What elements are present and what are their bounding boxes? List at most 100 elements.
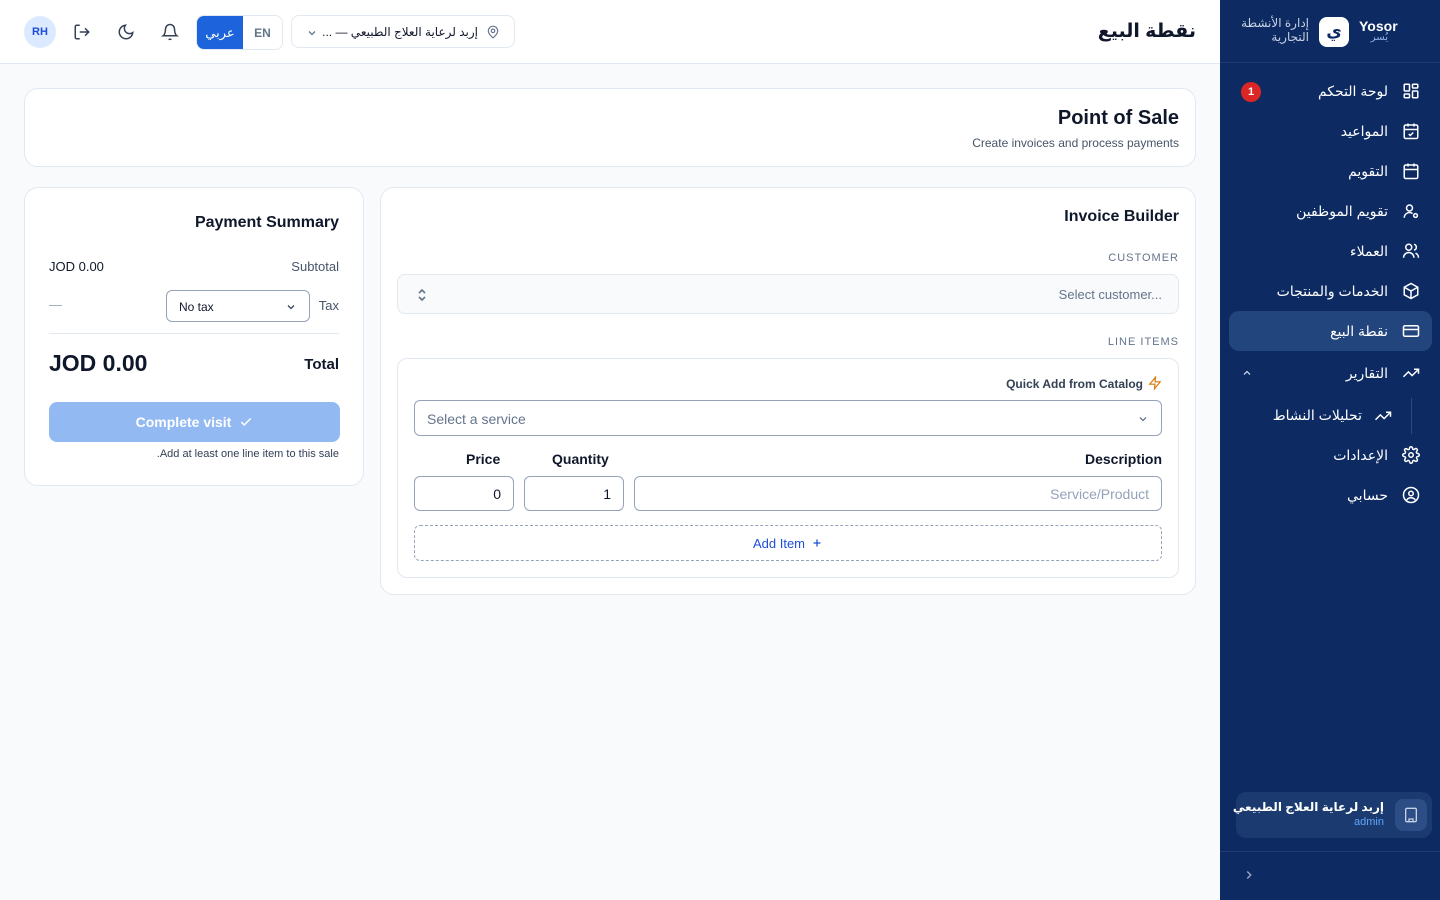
quantity-column-label: Quantity xyxy=(552,451,609,467)
brand-header: إدارة الأنشطة التجارية ي Yosor يُسر xyxy=(1220,0,1440,63)
sidebar-item-label: لوحة التحكم xyxy=(1317,83,1388,99)
calendar-icon xyxy=(1402,162,1420,180)
brand-subtitle: يُسر xyxy=(1370,32,1388,43)
sidebar-item-reports[interactable]: التقارير xyxy=(1229,353,1432,393)
calendar-check-icon xyxy=(1402,122,1420,140)
helper-text: Add at least one line item to this sale. xyxy=(156,448,339,460)
price-input[interactable]: 0 xyxy=(414,476,514,511)
quantity-input[interactable]: 1 xyxy=(524,476,624,511)
total-label: Total xyxy=(304,356,339,373)
package-icon xyxy=(1402,282,1420,300)
sidebar-item-label: الخدمات والمنتجات xyxy=(1276,283,1388,299)
sidebar: إدارة الأنشطة التجارية ي Yosor يُسر لوحة… xyxy=(1220,0,1440,900)
tax-value: — xyxy=(49,297,62,312)
collapse-sidebar-button[interactable] xyxy=(1242,868,1256,882)
lang-arabic-button[interactable]: عربي xyxy=(197,16,243,49)
service-select[interactable]: Select a service xyxy=(414,400,1162,436)
complete-visit-button[interactable]: Complete visit xyxy=(49,402,340,442)
gear-icon xyxy=(1402,446,1420,464)
tax-select-value: No tax xyxy=(179,300,214,314)
tax-label: Tax xyxy=(318,298,339,313)
sidebar-item-label: المواعيد xyxy=(1340,123,1388,139)
sidebar-item-staff-calendar[interactable]: تقويم الموظفين xyxy=(1229,191,1432,231)
add-item-button[interactable]: Add Item xyxy=(414,525,1162,561)
price-column-label: Price xyxy=(466,451,501,467)
page-title: نقطة البيع xyxy=(1097,21,1196,42)
chevron-down-icon xyxy=(306,27,318,39)
trending-up-icon xyxy=(1374,407,1392,425)
sidebar-item-services-products[interactable]: الخدمات والمنتجات xyxy=(1229,271,1432,311)
location-select[interactable]: إربد لرعاية العلاج الطبيعي — ... xyxy=(291,15,515,48)
sidebar-item-point-of-sale[interactable]: نقطة البيع xyxy=(1229,311,1432,351)
lightning-icon xyxy=(1148,376,1162,390)
user-cog-icon xyxy=(1402,202,1420,220)
brand-logo: ي xyxy=(1319,17,1349,47)
organization-role: admin xyxy=(1354,816,1384,828)
dashboard-grid-icon xyxy=(1402,82,1420,100)
chevron-up-icon[interactable] xyxy=(1241,367,1253,379)
sidebar-item-dashboard[interactable]: لوحة التحكم 1 xyxy=(1229,71,1432,111)
customer-label: CUSTOMER xyxy=(1108,252,1179,264)
sidebar-item-label: تقويم الموظفين xyxy=(1296,203,1388,219)
sidebar-item-label: نقطة البيع xyxy=(1330,323,1388,339)
service-select-placeholder: Select a service xyxy=(427,411,526,427)
hero-subtitle: Create invoices and process payments xyxy=(972,136,1179,150)
payment-summary-card: Payment Summary Subtotal JOD 0.00 Tax No… xyxy=(24,187,364,486)
location-select-value: إربد لرعاية العلاج الطبيعي — ... xyxy=(322,25,478,39)
sidebar-item-label: حسابي xyxy=(1347,487,1388,503)
customer-select[interactable]: Select customer... xyxy=(397,274,1179,314)
customer-select-placeholder: Select customer... xyxy=(1058,287,1162,302)
divider xyxy=(1220,851,1440,852)
lang-english-button[interactable]: EN xyxy=(243,16,282,49)
building-icon xyxy=(1395,799,1427,831)
notification-badge: 1 xyxy=(1241,82,1261,102)
sidebar-subitem-activity-analytics[interactable]: تحليلات النشاط xyxy=(1240,397,1410,433)
top-header: نقطة البيع إربد لرعاية العلاج الطبيعي — … xyxy=(0,0,1220,64)
subtotal-label: Subtotal xyxy=(291,259,339,274)
chevron-down-icon xyxy=(285,301,297,313)
sidebar-item-settings[interactable]: الإعدادات xyxy=(1229,435,1432,475)
language-toggle[interactable]: عربي EN xyxy=(196,15,283,50)
complete-visit-label: Complete visit xyxy=(135,414,232,430)
organization-card[interactable]: إربد لرعاية العلاج الطبيعي admin xyxy=(1232,792,1432,838)
add-item-label: Add Item xyxy=(752,535,806,551)
invoice-builder-title: Invoice Builder xyxy=(1064,208,1179,225)
tax-select[interactable]: No tax xyxy=(166,290,310,322)
invoice-builder-card: Invoice Builder CUSTOMER Select customer… xyxy=(380,187,1196,595)
subtotal-value: JOD 0.00 xyxy=(49,259,104,274)
sidebar-item-my-account[interactable]: حسابي xyxy=(1229,475,1432,515)
sidebar-subitem-label: تحليلات النشاط xyxy=(1272,407,1362,423)
chevron-right-icon xyxy=(1246,870,1252,880)
submenu-guide-line xyxy=(1411,398,1412,434)
sidebar-item-label: التقارير xyxy=(1345,365,1388,381)
quick-add-label: Quick Add from Catalog xyxy=(1006,377,1143,391)
page-header-card: Point of Sale Create invoices and proces… xyxy=(24,88,1196,167)
user-circle-icon xyxy=(1402,486,1420,504)
sidebar-item-clients[interactable]: العملاء xyxy=(1229,231,1432,271)
chevrons-up-down-icon xyxy=(416,287,428,303)
brand-title: إدارة الأنشطة التجارية xyxy=(1241,16,1309,44)
chevron-down-icon xyxy=(1137,413,1149,425)
logout-icon[interactable] xyxy=(73,23,91,41)
trending-up-icon xyxy=(1402,364,1420,382)
payment-summary-title: Payment Summary xyxy=(194,214,339,231)
check-icon xyxy=(239,415,253,429)
sidebar-item-label: العملاء xyxy=(1350,243,1388,259)
sidebar-item-label: الإعدادات xyxy=(1333,447,1388,463)
description-input[interactable]: Service/Product xyxy=(634,476,1162,511)
organization-name: إربد لرعاية العلاج الطبيعي xyxy=(1232,800,1384,814)
description-column-label: Description xyxy=(1084,451,1162,467)
line-items-label: LINE ITEMS xyxy=(1107,336,1179,348)
line-items-box: Quick Add from Catalog Select a service … xyxy=(397,358,1179,578)
sidebar-item-label: التقويم xyxy=(1348,163,1388,179)
map-pin-icon xyxy=(486,25,500,39)
bell-icon[interactable] xyxy=(161,23,179,41)
sidebar-item-appointments[interactable]: المواعيد xyxy=(1229,111,1432,151)
credit-card-icon xyxy=(1402,322,1420,340)
sidebar-item-calendar[interactable]: التقويم xyxy=(1229,151,1432,191)
plus-icon xyxy=(811,537,823,549)
total-value: JOD 0.00 xyxy=(49,350,148,376)
users-icon xyxy=(1402,242,1420,260)
moon-icon[interactable] xyxy=(117,23,135,41)
avatar[interactable]: RH xyxy=(24,16,56,48)
